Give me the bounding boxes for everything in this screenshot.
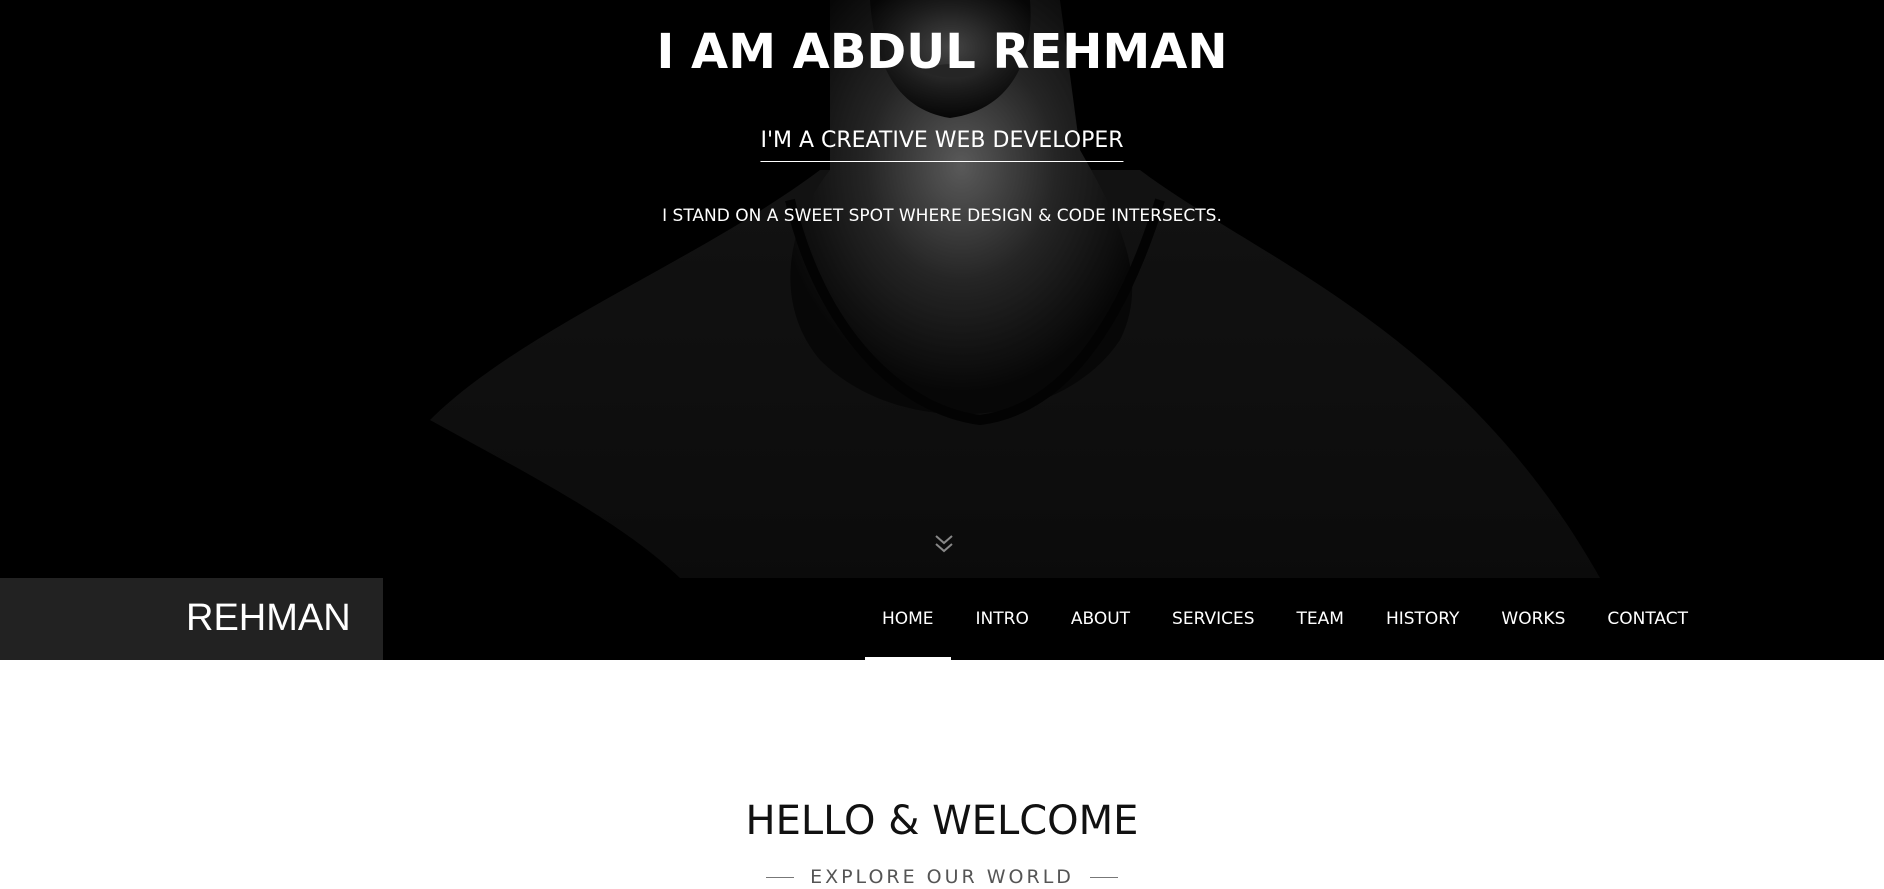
welcome-title: HELLO & WELCOME	[745, 798, 1139, 844]
brand-box: REHMAN	[0, 578, 383, 660]
nav-item-history[interactable]: HISTORY	[1365, 578, 1480, 660]
nav-item-about[interactable]: ABOUT	[1050, 578, 1151, 660]
hero-background-photo	[0, 0, 1884, 578]
nav-item-home[interactable]: HOME	[861, 578, 955, 660]
divider-left	[766, 876, 795, 878]
hero-tagline: I STAND ON A SWEET SPOT WHERE DESIGN & C…	[662, 206, 1222, 226]
hero-section: I AM ABDUL REHMAN I'M A CREATIVE WEB DEV…	[0, 0, 1884, 578]
double-chevron-down-icon[interactable]	[932, 532, 956, 558]
hero-title: I AM ABDUL REHMAN	[656, 24, 1228, 80]
nav-item-contact[interactable]: CONTACT	[1586, 578, 1709, 660]
hero-subtitle: I'M A CREATIVE WEB DEVELOPER	[760, 128, 1124, 162]
nav-item-intro[interactable]: INTRO	[955, 578, 1050, 660]
nav-menu: HOME INTRO ABOUT SERVICES TEAM HISTORY W…	[861, 578, 1709, 660]
welcome-subtitle-row: EXPLORE OUR WORLD	[0, 866, 1884, 888]
nav-item-works[interactable]: WORKS	[1480, 578, 1586, 660]
divider-right	[1089, 876, 1118, 878]
nav-item-services[interactable]: SERVICES	[1151, 578, 1275, 660]
welcome-subtitle: EXPLORE OUR WORLD	[810, 866, 1074, 888]
nav-item-team[interactable]: TEAM	[1276, 578, 1365, 660]
brand-logo[interactable]: REHMAN	[186, 597, 351, 640]
welcome-section: HELLO & WELCOME EXPLORE OUR WORLD	[0, 660, 1884, 889]
main-navbar: REHMAN HOME INTRO ABOUT SERVICES TEAM HI…	[0, 578, 1884, 660]
